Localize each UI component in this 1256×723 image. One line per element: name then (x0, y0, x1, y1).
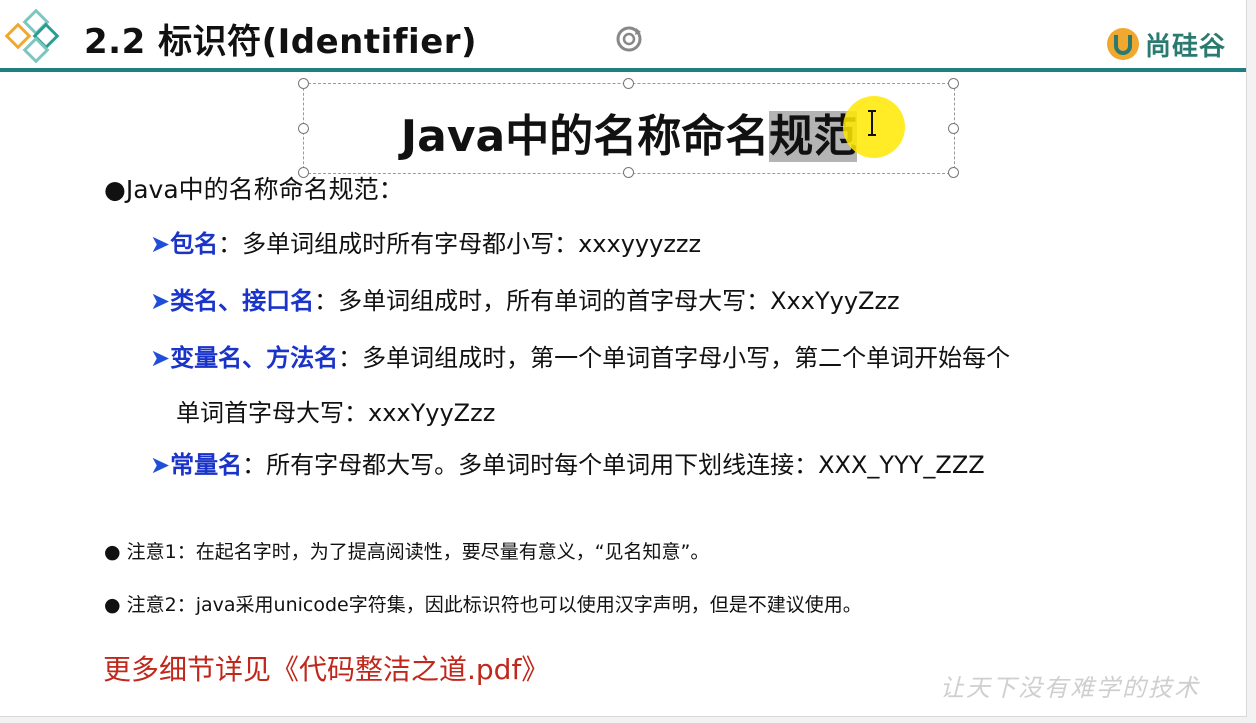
resize-handle-ml[interactable] (298, 123, 309, 134)
resize-handle-tm[interactable] (623, 78, 634, 89)
slide-header: 2.2 标识符(Identifier) 尚硅谷 (0, 0, 1246, 75)
note-2: ● 注意2：java采用unicode字符集，因此标识符也可以使用汉字声明，但是… (104, 594, 862, 616)
note-1: ● 注意1：在起名字时，为了提高阅读性，要尽量有意义，“见名知意”。 (104, 541, 710, 563)
rule-text: ：多单词组成时，所有单词的首字母大写：XxxYyyZzz (314, 287, 900, 315)
note-text: 注意2：java采用unicode字符集，因此标识符也可以使用汉字声明，但是不建… (126, 594, 862, 616)
arrow-bullet-icon: ➤ (150, 230, 171, 258)
text-cursor-icon (868, 110, 876, 136)
intro-text: Java中的名称命名规范： (125, 175, 404, 204)
rule-class: ➤类名、接口名：多单词组成时，所有单词的首字母大写：XxxYyyZzz (150, 277, 900, 325)
brand-logo: 尚硅谷 (1105, 24, 1226, 64)
more-details-link: 更多细节详见《代码整洁之道.pdf》 (103, 653, 550, 686)
resize-handle-br[interactable] (948, 167, 959, 178)
heading-text: Java中的名称命名 (400, 111, 770, 162)
note-text: 注意1：在起名字时，为了提高阅读性，要尽量有意义，“见名知意”。 (126, 541, 710, 563)
brand-name: 尚硅谷 (1144, 31, 1226, 62)
rule-text: ：所有字母都大写。多单词时每个单词用下划线连接：XXX_YYY_ZZZ (242, 451, 985, 479)
header-divider (0, 68, 1246, 72)
arrow-bullet-icon: ➤ (150, 344, 171, 372)
resize-handle-tr[interactable] (948, 78, 959, 89)
rule-text: ：多单词组成时，第一个单词首字母小写，第二个单词开始每个 (338, 344, 1011, 372)
diamonds-logo-icon (4, 8, 60, 64)
intro-bullet: ●Java中的名称命名规范： (104, 175, 404, 204)
brand-u-icon (1106, 28, 1139, 60)
rule-text: ：多单词组成时所有字母都小写：xxxyyyzzz (218, 230, 702, 258)
watermark: 让天下没有难学的技术 (940, 674, 1200, 702)
rule-key: 类名、接口名 (170, 287, 315, 315)
rule-key: 常量名 (170, 451, 243, 479)
slide-canvas: 2.2 标识符(Identifier) 尚硅谷 Java中的名称命名规范 ●Ja… (0, 0, 1247, 717)
resize-handle-tl[interactable] (298, 78, 309, 89)
rule-variable: ➤变量名、方法名：多单词组成时，第一个单词首字母小写，第二个单词开始每个 (150, 334, 1010, 382)
rule-key: 包名 (170, 230, 219, 258)
rule-package: ➤包名：多单词组成时所有字母都小写：xxxyyyzzz (150, 220, 701, 268)
page-title: 2.2 标识符(Identifier) (84, 22, 478, 62)
rule-constant: ➤常量名：所有字母都大写。多单词时每个单词用下划线连接：XXX_YYY_ZZZ (150, 441, 985, 489)
arrow-bullet-icon: ➤ (150, 451, 171, 479)
rule-variable-continuation: 单词首字母大写：xxxYyyZzz (176, 399, 496, 427)
rotate-handle-icon[interactable] (612, 22, 646, 56)
arrow-bullet-icon: ➤ (150, 287, 171, 315)
rule-key: 变量名、方法名 (170, 344, 339, 372)
resize-handle-mr[interactable] (948, 123, 959, 134)
resize-handle-bm[interactable] (623, 167, 634, 178)
